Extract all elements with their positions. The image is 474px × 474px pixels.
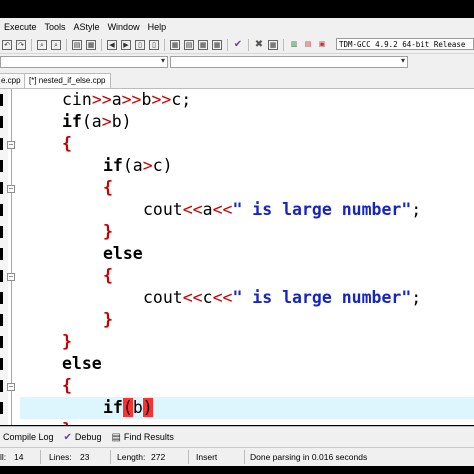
code-line: } — [0, 419, 474, 425]
code-line: cout<<c<<" is large number"; — [143, 288, 422, 307]
find-results-icon: ▤ — [111, 431, 121, 443]
bookmark-icon[interactable]: ▯ — [135, 39, 145, 50]
toolbar-separator — [248, 38, 249, 51]
class-dropdown[interactable]: ▾ — [0, 56, 168, 68]
menu-tools[interactable]: Tools — [41, 22, 70, 32]
toolbar-separator — [31, 38, 32, 51]
code-line: cin>>a>>b>>c; — [62, 90, 192, 109]
project-icon[interactable]: ▦ — [86, 39, 96, 50]
tab-file[interactable]: e.cpp — [0, 73, 26, 88]
menu-help[interactable]: Help — [144, 22, 171, 32]
status-divider — [40, 450, 41, 464]
unindent-icon[interactable]: ▶ — [121, 39, 131, 50]
code-line: if(a>b) — [62, 112, 132, 131]
status-divider — [244, 450, 245, 464]
status-length-value: 272 — [151, 452, 166, 462]
code-line: { — [62, 134, 72, 153]
menu-astyle[interactable]: AStyle — [70, 22, 104, 32]
code-line: { — [62, 376, 72, 395]
class-browser-bar: ▾ ▾ — [0, 54, 474, 71]
screen-border — [0, 466, 474, 474]
check-icon[interactable]: ✔ — [233, 39, 243, 50]
code-line: if(a>c) — [103, 156, 173, 175]
toolbar-separator — [164, 38, 165, 51]
editor-tabs: e.cpp [*] nested_if_else.cpp — [0, 71, 474, 89]
toolbar-separator — [227, 38, 228, 51]
code-editor[interactable]: − − − − cin>>a>>b>>c; if(a>b) { if(a>c) … — [0, 89, 474, 425]
menu-window[interactable]: Window — [104, 22, 144, 32]
toolbar-separator — [283, 38, 284, 51]
stop-icon[interactable]: ▦ — [268, 39, 278, 50]
menu-bar: Execute Tools AStyle Window Help — [0, 18, 474, 36]
member-dropdown[interactable]: ▾ — [170, 56, 408, 68]
current-code-line: if(b) — [20, 397, 474, 419]
run-icon[interactable]: ▤ — [184, 39, 194, 50]
status-lines-value: 23 — [80, 452, 90, 462]
status-lines-label: Lines: — [49, 452, 72, 462]
code-line: else — [62, 354, 102, 373]
code-line: else — [103, 244, 143, 263]
view-icon[interactable]: ▤ — [72, 39, 82, 50]
code-line: } — [103, 222, 113, 241]
find-results-tab[interactable]: ▤ Find Results — [111, 432, 173, 443]
debug-icon[interactable]: ✖ — [254, 39, 264, 50]
chart-icon[interactable]: ▥ — [289, 40, 299, 50]
chevron-down-icon: ▾ — [160, 56, 165, 65]
menu-execute[interactable]: Execute — [0, 22, 41, 32]
status-col-label: ll: — [0, 452, 7, 462]
toolbar-separator — [101, 38, 102, 51]
indent-icon[interactable]: ◀ — [107, 39, 117, 50]
status-bar: ll: 14 Lines: 23 Length: 272 Insert Done… — [0, 447, 474, 466]
code-line: } — [103, 310, 113, 329]
find-icon[interactable]: ⌕ — [37, 39, 47, 50]
bottom-panel-tabs: Compile Log ✔ Debug ▤ Find Results — [0, 426, 474, 447]
toolbar-separator — [66, 38, 67, 51]
status-divider — [188, 450, 189, 464]
code-line: { — [103, 178, 113, 197]
code-line: } — [62, 332, 72, 351]
status-divider — [110, 450, 111, 464]
delete-profile-icon[interactable]: ▣ — [317, 40, 327, 50]
status-mode: Insert — [196, 452, 218, 462]
profile-icon[interactable]: ▤ — [303, 40, 313, 50]
chevron-down-icon: ▾ — [400, 56, 405, 65]
redo-icon[interactable]: ↷ — [16, 39, 26, 50]
gutter-marker — [0, 402, 3, 414]
code-line: cout<<a<<" is large number"; — [143, 200, 422, 219]
check-icon: ✔ — [63, 431, 72, 443]
compile-run-icon[interactable]: ▦ — [198, 39, 208, 50]
rebuild-icon[interactable]: ▦ — [212, 39, 222, 50]
status-message: Done parsing in 0.016 seconds — [250, 452, 368, 462]
window-titlebar — [0, 0, 474, 16]
undo-icon[interactable]: ↶ — [2, 39, 12, 50]
compile-icon[interactable]: ▦ — [170, 39, 180, 50]
status-col-value: 14 — [14, 452, 24, 462]
goto-icon[interactable]: ▯ — [149, 39, 159, 50]
compile-log-tab[interactable]: Compile Log — [0, 432, 54, 442]
code-line: { — [103, 266, 113, 285]
debug-tab[interactable]: ✔ Debug — [64, 432, 102, 443]
replace-icon[interactable]: ⌕ — [51, 39, 61, 50]
status-length-label: Length: — [117, 452, 146, 462]
tab-nested-if-else[interactable]: [*] nested_if_else.cpp — [24, 73, 111, 88]
compiler-select[interactable]: TDM-GCC 4.9.2 64-bit Release — [336, 38, 474, 50]
